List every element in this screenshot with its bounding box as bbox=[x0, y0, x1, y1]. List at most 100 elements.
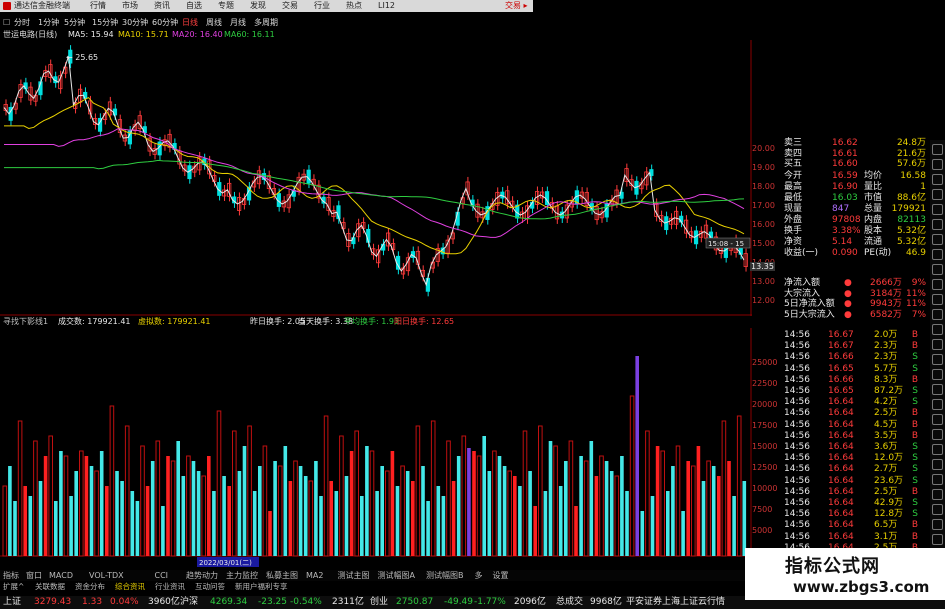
period-30min[interactable]: 30分钟 bbox=[122, 17, 148, 29]
toolbar-toggle-icon[interactable]: ☐ bbox=[3, 17, 10, 29]
period-60min[interactable]: 60分钟 bbox=[152, 17, 178, 29]
trade-button[interactable]: 交易 ▸ bbox=[505, 0, 528, 12]
indicator-tab[interactable]: MA2 bbox=[306, 570, 323, 581]
tick-row[interactable]: 14:56 16.67 2.3万 B bbox=[782, 341, 928, 352]
side-tool-icon[interactable] bbox=[932, 294, 943, 305]
ask-row[interactable]: 买五 16.60 57.6万 bbox=[782, 159, 928, 170]
menu-watchlist[interactable]: 自选 bbox=[186, 0, 202, 12]
info-link[interactable]: 扩展^ bbox=[3, 582, 24, 592]
side-tool-icon[interactable] bbox=[932, 504, 943, 515]
period-15min[interactable]: 15分钟 bbox=[92, 17, 118, 29]
side-tool-icon[interactable] bbox=[932, 459, 943, 470]
tick-row[interactable]: 14:56 16.64 42.9万 S bbox=[782, 498, 928, 509]
tick-row[interactable]: 14:56 16.64 6.5万 B bbox=[782, 520, 928, 531]
period-monthly[interactable]: 月线 bbox=[230, 17, 246, 29]
side-tool-icon[interactable] bbox=[932, 489, 943, 500]
menu-industry[interactable]: 行业 bbox=[314, 0, 330, 12]
menu-li12[interactable]: LI12 bbox=[378, 0, 395, 12]
tick-row[interactable]: 14:56 16.66 8.3万 B bbox=[782, 375, 928, 386]
period-weekly[interactable]: 周线 bbox=[206, 17, 222, 29]
tick-row[interactable]: 14:56 16.64 3.5万 B bbox=[782, 431, 928, 442]
info-link[interactable]: 互动问答 bbox=[195, 582, 225, 592]
side-tool-icon[interactable] bbox=[932, 369, 943, 380]
side-tool-icon[interactable] bbox=[932, 399, 943, 410]
tick-row[interactable]: 14:56 16.64 4.2万 S bbox=[782, 397, 928, 408]
tick-row[interactable]: 14:56 16.64 3.6万 S bbox=[782, 442, 928, 453]
side-tool-icon[interactable] bbox=[932, 354, 943, 365]
side-tool-icon[interactable] bbox=[932, 324, 943, 335]
info-link[interactable]: 行业资讯 bbox=[155, 582, 185, 592]
candlestick-chart[interactable]: ← 25.65 15:08 - 15 bbox=[0, 40, 752, 316]
indicator-tab[interactable]: 多 bbox=[475, 570, 483, 581]
indicator-tab[interactable]: CCI bbox=[155, 570, 169, 581]
side-tool-icon[interactable] bbox=[932, 219, 943, 230]
stat-value: 16.03 bbox=[832, 192, 858, 203]
menu-topics[interactable]: 专题 bbox=[218, 0, 234, 12]
tick-row[interactable]: 14:56 16.64 12.8万 S bbox=[782, 509, 928, 520]
info-link[interactable]: 资金分布 bbox=[75, 582, 105, 592]
indicator-tab[interactable]: 私募主图 bbox=[266, 570, 298, 581]
info-link[interactable]: 关联数据 bbox=[35, 582, 65, 592]
tick-row[interactable]: 14:56 16.64 23.6万 S bbox=[782, 476, 928, 487]
side-tool-icon[interactable] bbox=[932, 534, 943, 545]
side-tool-icon[interactable] bbox=[932, 339, 943, 350]
period-intraday[interactable]: 分时 bbox=[14, 17, 30, 29]
side-tool-icon[interactable] bbox=[932, 144, 943, 155]
side-tool-icon[interactable] bbox=[932, 159, 943, 170]
side-tool-icon[interactable] bbox=[932, 189, 943, 200]
tick-row[interactable]: 14:56 16.64 2.5万 B bbox=[782, 487, 928, 498]
volume-bar-outline bbox=[339, 435, 344, 557]
tick-row[interactable]: 14:56 16.65 87.2万 S bbox=[782, 386, 928, 397]
indicator-tab[interactable]: 测试幅图B bbox=[426, 570, 464, 581]
period-multi[interactable]: 多周期 bbox=[254, 17, 278, 29]
side-tool-icon[interactable] bbox=[932, 174, 943, 185]
info-link[interactable]: 新用户福利专享 bbox=[235, 582, 288, 592]
menu-discover[interactable]: 发现 bbox=[250, 0, 266, 12]
side-tool-icon[interactable] bbox=[932, 414, 943, 425]
indicator-tab[interactable]: 指标 bbox=[3, 570, 19, 581]
tick-row[interactable]: 14:56 16.66 2.3万 S bbox=[782, 352, 928, 363]
side-tool-icon[interactable] bbox=[932, 429, 943, 440]
menu-market[interactable]: 市场 bbox=[122, 0, 138, 12]
menu-quotes[interactable]: 行情 bbox=[90, 0, 106, 12]
side-tool-icon[interactable] bbox=[932, 384, 943, 395]
tick-row[interactable]: 14:56 16.65 5.7万 S bbox=[782, 364, 928, 375]
side-tool-icon[interactable] bbox=[932, 204, 943, 215]
side-tool-icon[interactable] bbox=[932, 249, 943, 260]
tick-row[interactable]: 14:56 16.64 4.5万 B bbox=[782, 420, 928, 431]
ask-row[interactable]: 卖四 16.61 21.6万 bbox=[782, 149, 928, 160]
side-tool-icon[interactable] bbox=[932, 444, 943, 455]
side-tool-icon[interactable] bbox=[932, 234, 943, 245]
period-daily-active[interactable]: 日线 bbox=[182, 17, 198, 29]
indicator-tab[interactable]: 设置 bbox=[493, 570, 509, 581]
indicator-tab[interactable]: 测试主图 bbox=[338, 570, 370, 581]
indicator-tab[interactable]: 趋势动力 bbox=[186, 570, 218, 581]
period-1min[interactable]: 1分钟 bbox=[38, 17, 59, 29]
menu-trade[interactable]: 交易 bbox=[282, 0, 298, 12]
tick-row[interactable]: 14:56 16.64 12.0万 S bbox=[782, 453, 928, 464]
tick-row[interactable]: 14:56 16.67 2.0万 B bbox=[782, 330, 928, 341]
tick-side: B bbox=[911, 341, 918, 352]
indicator-tab[interactable]: 测试幅图A bbox=[378, 570, 415, 581]
side-tool-icon[interactable] bbox=[932, 474, 943, 485]
indicator-tab[interactable]: 窗口 bbox=[26, 570, 42, 581]
indicator-tab[interactable]: 主力监控 bbox=[226, 570, 258, 581]
stat-key: 现量 bbox=[784, 203, 803, 214]
side-tool-icon[interactable] bbox=[932, 279, 943, 290]
side-tool-icon[interactable] bbox=[932, 519, 943, 530]
info-link[interactable]: 综合资讯 bbox=[115, 582, 145, 592]
volume-chart[interactable]: 2022/03/01(二) bbox=[0, 328, 752, 570]
side-tool-icon[interactable] bbox=[932, 264, 943, 275]
tick-row[interactable]: 14:56 16.64 2.5万 B bbox=[782, 408, 928, 419]
menu-news[interactable]: 资讯 bbox=[154, 0, 170, 12]
volume-bar bbox=[482, 436, 486, 556]
ask-row[interactable]: 卖三 16.62 24.8万 bbox=[782, 138, 928, 149]
side-tool-icon[interactable] bbox=[932, 309, 943, 320]
menu-hot[interactable]: 热点 bbox=[346, 0, 362, 12]
period-5min[interactable]: 5分钟 bbox=[64, 17, 85, 29]
tick-list[interactable]: 14:56 16.67 2.0万 B 14:56 16.67 2.3万 B 14:56 16.66… bbox=[782, 330, 928, 555]
tick-row[interactable]: 14:56 16.64 2.7万 S bbox=[782, 464, 928, 475]
indicator-tab[interactable]: VOL-TDX bbox=[89, 570, 124, 581]
tick-row[interactable]: 14:56 16.64 3.1万 B bbox=[782, 532, 928, 543]
indicator-tab[interactable]: MACD bbox=[49, 570, 73, 581]
